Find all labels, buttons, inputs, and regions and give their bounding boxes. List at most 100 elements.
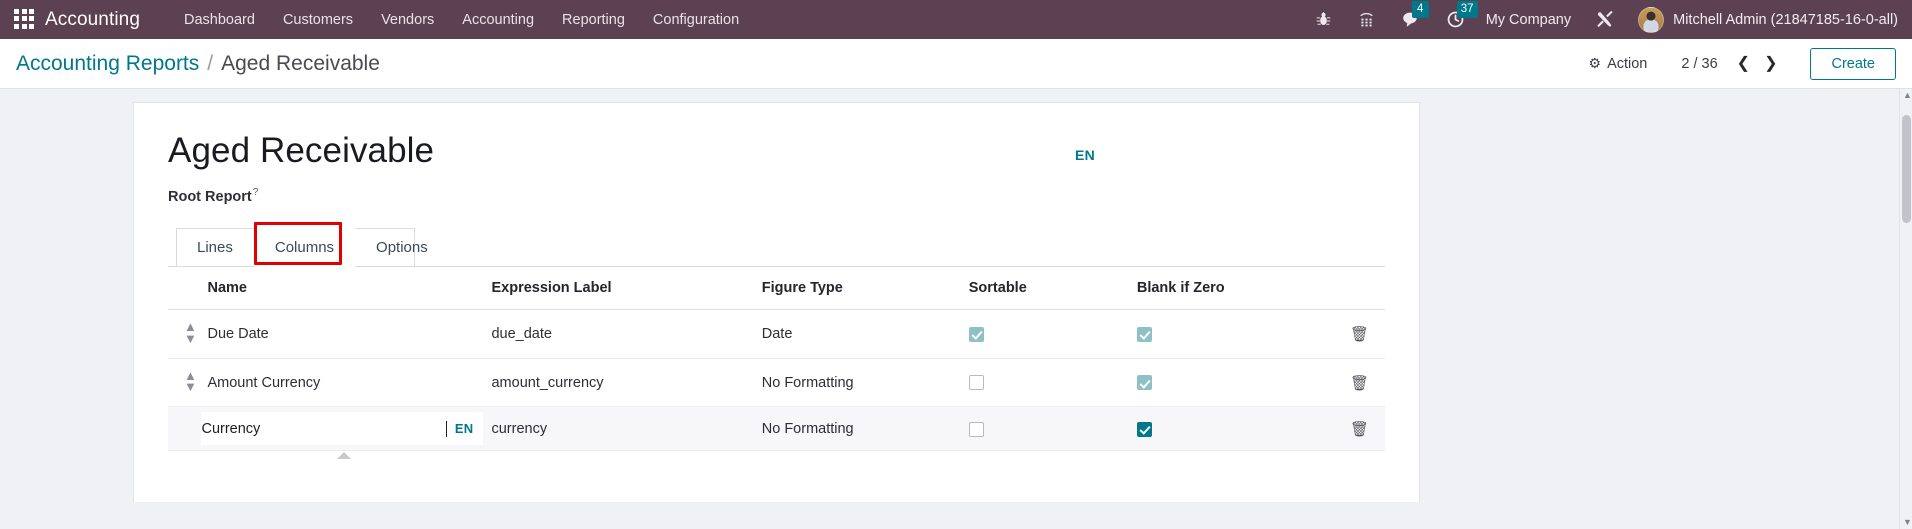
tools-icon[interactable] [1596, 10, 1615, 29]
form-tabs: Lines Columns Options [168, 228, 1385, 267]
action-label: Action [1607, 56, 1647, 72]
sheet-background: Aged Receivable Root Report? EN Lines Co… [0, 89, 1912, 529]
language-badge[interactable]: EN [1075, 147, 1095, 163]
menu-configuration[interactable]: Configuration [639, 2, 753, 38]
row-drag-cell[interactable]: ▲▼ [168, 310, 207, 359]
scroll-down-icon[interactable]: ▼ [1903, 518, 1912, 527]
menu-reporting[interactable]: Reporting [548, 2, 639, 38]
activities-badge: 37 [1457, 1, 1478, 18]
vertical-scrollbar[interactable]: ▲ ▼ [1899, 89, 1912, 529]
row-sortable-cell[interactable] [969, 358, 1137, 407]
header-sortable[interactable]: Sortable [969, 267, 1137, 310]
sortable-checkbox[interactable] [969, 422, 984, 437]
chat-bubble-icon[interactable]: 4 [1401, 10, 1420, 29]
header-blank-if-zero[interactable]: Blank if Zero [1137, 267, 1333, 310]
pager-value: 2 / 36 [1681, 56, 1717, 72]
drag-handle-icon[interactable]: ▲▼ [184, 321, 197, 344]
breadcrumb-separator: / [207, 52, 213, 76]
columns-table-body: ▲▼ Due Date due_date Date 🗑 [168, 310, 1385, 451]
create-button[interactable]: Create [1810, 48, 1896, 80]
tab-lines[interactable]: Lines [176, 228, 254, 267]
user-menu[interactable]: Mitchell Admin (21847185-16-0-all) [1638, 7, 1898, 33]
row-blank-if-zero-cell[interactable] [1137, 407, 1333, 451]
title-row: Aged Receivable Root Report? EN [168, 131, 1385, 206]
avatar [1638, 7, 1664, 33]
row-name-editor-cell[interactable]: Currency EN [207, 407, 491, 451]
blank-if-zero-checkbox[interactable] [1137, 375, 1152, 390]
breadcrumb-accounting-reports[interactable]: Accounting Reports [16, 52, 199, 76]
text-caret [446, 421, 447, 437]
row-figure-type[interactable]: Date [762, 310, 969, 359]
pager: 2 / 36 ❮ ❯ [1681, 54, 1784, 74]
drag-handle-icon[interactable]: ▲▼ [184, 370, 197, 393]
menu-dashboard[interactable]: Dashboard [170, 2, 269, 38]
row-sortable-cell[interactable] [969, 407, 1137, 451]
messages-badge: 4 [1412, 1, 1429, 18]
action-button[interactable]: ⚙ Action [1583, 51, 1654, 76]
row-name[interactable]: Amount Currency [207, 358, 491, 407]
page-title: Aged Receivable [168, 131, 434, 171]
blank-if-zero-checkbox[interactable] [1137, 422, 1152, 437]
apps-grid-icon[interactable] [14, 9, 36, 31]
menu-customers[interactable]: Customers [269, 2, 367, 38]
scrollbar-thumb[interactable] [1902, 115, 1911, 223]
row-expression-label[interactable]: due_date [491, 310, 761, 359]
pager-next-icon[interactable]: ❯ [1757, 54, 1784, 74]
row-figure-type[interactable]: No Formatting [762, 358, 969, 407]
sheet-inner: Aged Receivable Root Report? EN Lines Co… [134, 103, 1419, 451]
row-name[interactable]: Due Date [207, 310, 491, 359]
sortable-checkbox[interactable] [969, 327, 984, 342]
gear-icon: ⚙ [1589, 55, 1602, 72]
trash-icon[interactable]: 🗑 [1350, 375, 1369, 392]
menu-accounting[interactable]: Accounting [448, 2, 548, 38]
breadcrumb-current: Aged Receivable [221, 52, 380, 76]
header-actions [1332, 267, 1385, 310]
top-navbar: Accounting Dashboard Customers Vendors A… [0, 0, 1912, 39]
row-expression-label[interactable]: amount_currency [491, 358, 761, 407]
columns-table-head: Name Expression Label Figure Type Sortab… [168, 267, 1385, 310]
breadcrumb: Accounting Reports / Aged Receivable [16, 52, 380, 76]
row-blank-if-zero-cell[interactable] [1137, 310, 1333, 359]
row-delete-cell[interactable]: 🗑 [1332, 310, 1385, 359]
blank-if-zero-checkbox[interactable] [1137, 327, 1152, 342]
root-report-help-icon[interactable]: ? [253, 187, 259, 198]
clock-icon[interactable]: 37 [1446, 10, 1465, 29]
header-name[interactable]: Name [207, 267, 491, 310]
header-expression-label[interactable]: Expression Label [491, 267, 761, 310]
inline-language-badge[interactable]: EN [455, 421, 474, 436]
columns-table: Name Expression Label Figure Type Sortab… [168, 267, 1385, 451]
row-expression-label[interactable]: currency [491, 407, 761, 451]
control-panel: Accounting Reports / Aged Receivable ⚙ A… [0, 39, 1912, 89]
row-delete-cell[interactable]: 🗑 [1332, 358, 1385, 407]
table-row[interactable]: ▲▼ Due Date due_date Date 🗑 [168, 310, 1385, 359]
row-figure-type[interactable]: No Formatting [762, 407, 969, 451]
tab-options[interactable]: Options [355, 228, 449, 267]
sortable-checkbox[interactable] [969, 375, 984, 390]
table-row[interactable]: ▲▼ Amount Currency amount_currency No Fo… [168, 358, 1385, 407]
row-sortable-cell[interactable] [969, 310, 1137, 359]
root-report-label: Root Report? [168, 187, 258, 205]
dialpad-icon[interactable] [1358, 11, 1375, 28]
header-figure-type[interactable]: Figure Type [762, 267, 969, 310]
bug-icon[interactable] [1315, 11, 1332, 28]
row-drag-cell[interactable]: ▲▼ [168, 358, 207, 407]
name-input[interactable]: Currency EN [201, 412, 483, 445]
company-switcher[interactable]: My Company [1486, 12, 1571, 28]
table-header-row: Name Expression Label Figure Type Sortab… [168, 267, 1385, 310]
trash-icon[interactable]: 🗑 [1350, 326, 1369, 343]
trash-icon[interactable]: 🗑 [1350, 421, 1369, 438]
header-handle [168, 267, 207, 310]
app-brand-accounting[interactable]: Accounting [45, 9, 140, 31]
scroll-up-icon[interactable]: ▲ [1903, 91, 1912, 100]
root-report-text: Root Report [168, 189, 252, 205]
name-input-value: Currency [201, 421, 444, 437]
table-row-editing[interactable]: Currency EN currency No Formatting [168, 407, 1385, 451]
user-name: Mitchell Admin (21847185-16-0-all) [1673, 12, 1898, 28]
tab-columns[interactable]: Columns [254, 228, 355, 267]
row-delete-cell[interactable]: 🗑 [1332, 407, 1385, 451]
menu-vendors[interactable]: Vendors [367, 2, 448, 38]
form-sheet: Aged Receivable Root Report? EN Lines Co… [133, 102, 1420, 502]
dropdown-caret-icon [337, 452, 351, 459]
pager-previous-icon[interactable]: ❮ [1730, 54, 1757, 74]
row-blank-if-zero-cell[interactable] [1137, 358, 1333, 407]
